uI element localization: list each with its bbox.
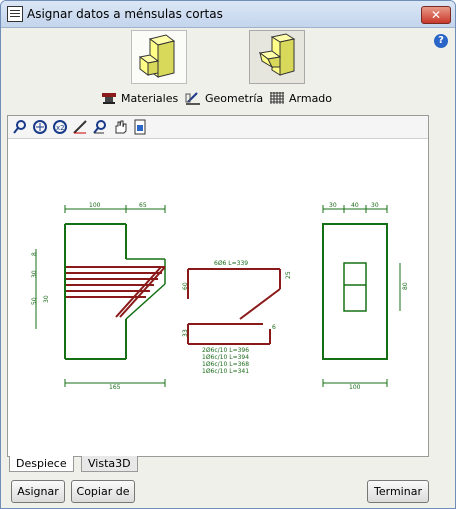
dim-80-right: 80 [402,282,409,290]
app-icon [7,6,23,22]
bar-line-3: 1Ø6c/10 L=368 [202,361,249,368]
dim-30-left: 30 [329,202,337,209]
reinforcement-tab-label: Armado [289,91,333,105]
dim-30-vert-2: 30 [43,295,50,303]
bar-line-1: 2Ø6c/10 L=396 [202,347,249,354]
rebar-schedule-drawing: 100 65 165 8 30 50 30 6Ø6 L=339 60 25 33… [31,202,409,391]
tab-vista3d-label: Vista3D [88,457,131,470]
corbel-cross-section: 30 40 30 80 100 [322,202,409,391]
assign-button[interactable]: Asignar [11,480,65,503]
zoom-previous-icon[interactable] [92,119,108,135]
close-button[interactable]: ✕ [421,6,451,24]
drawing-canvas[interactable]: 100 65 165 8 30 50 30 6Ø6 L=339 60 25 33… [8,139,428,456]
short-corbel-type-1-button[interactable] [131,30,187,84]
dim-30-vert: 30 [31,270,38,278]
dim-165: 165 [109,384,121,391]
dim-40: 40 [351,202,359,209]
geometry-icon [185,92,200,105]
bar-title: 6Ø6 L=339 [214,260,248,267]
bar-bending-sketch: 6Ø6 L=339 60 25 33 6 2Ø6c/10 L=396 1Ø6c/… [182,260,292,375]
reinforcement-grid-icon [270,92,284,104]
title-bar: Asignar datos a ménsulas cortas ✕ [1,1,455,28]
drawing-panel: x2 100 65 165 8 30 50 30 6Ø6 L=339 60 25… [7,115,429,457]
finish-button[interactable]: Terminar [367,480,429,503]
dim-100-right: 100 [349,384,361,391]
tab-vista3d[interactable]: Vista3D [81,456,138,472]
view-tabs: Despiece Vista3D [7,456,427,472]
dim-25: 25 [285,271,292,279]
dim-33: 33 [182,329,189,337]
drawing-toolbar: x2 [8,116,428,139]
tab-despiece[interactable]: Despiece [9,456,74,472]
geometry-tab[interactable]: Geometría [185,89,263,107]
dim-30-right: 30 [371,202,379,209]
pan-hand-icon[interactable] [112,119,128,135]
corbel-3d-icon [138,34,176,78]
dim-6: 6 [272,324,276,331]
window-title: Asignar datos a ménsulas cortas [27,7,223,21]
reinforcement-tab[interactable]: Armado [269,89,332,107]
materials-icon [102,93,116,104]
short-corbel-type-2-button[interactable] [249,30,305,84]
zoom-window-icon[interactable] [12,119,28,135]
measure-icon[interactable] [72,119,88,135]
dim-60: 60 [182,282,189,290]
geometry-tab-label: Geometría [205,91,264,105]
copy-from-button[interactable]: Copiar de [71,480,135,503]
svg-text:x2: x2 [56,124,65,132]
materials-tab-label: Materiales [121,91,179,105]
dim-8: 8 [31,252,38,256]
dim-65: 65 [139,202,147,209]
corbel-elevation: 100 65 165 8 30 50 30 [31,202,166,391]
print-preview-icon[interactable] [132,119,148,135]
dim-50: 50 [31,297,38,305]
materials-tab[interactable]: Materiales [101,89,178,107]
dim-100-top: 100 [89,202,101,209]
tab-despiece-label: Despiece [16,457,67,470]
help-icon[interactable]: ? [434,34,448,48]
zoom-out-icon[interactable]: x2 [52,119,68,135]
bar-line-4: 1Ø6c/10 L=341 [202,368,249,375]
bar-line-2: 1Ø6c/10 L=394 [202,354,249,361]
corbel-3d-selected-icon [258,33,296,76]
zoom-all-icon[interactable] [32,119,48,135]
dialog-window: Asignar datos a ménsulas cortas ✕ ? Mate… [0,0,456,509]
